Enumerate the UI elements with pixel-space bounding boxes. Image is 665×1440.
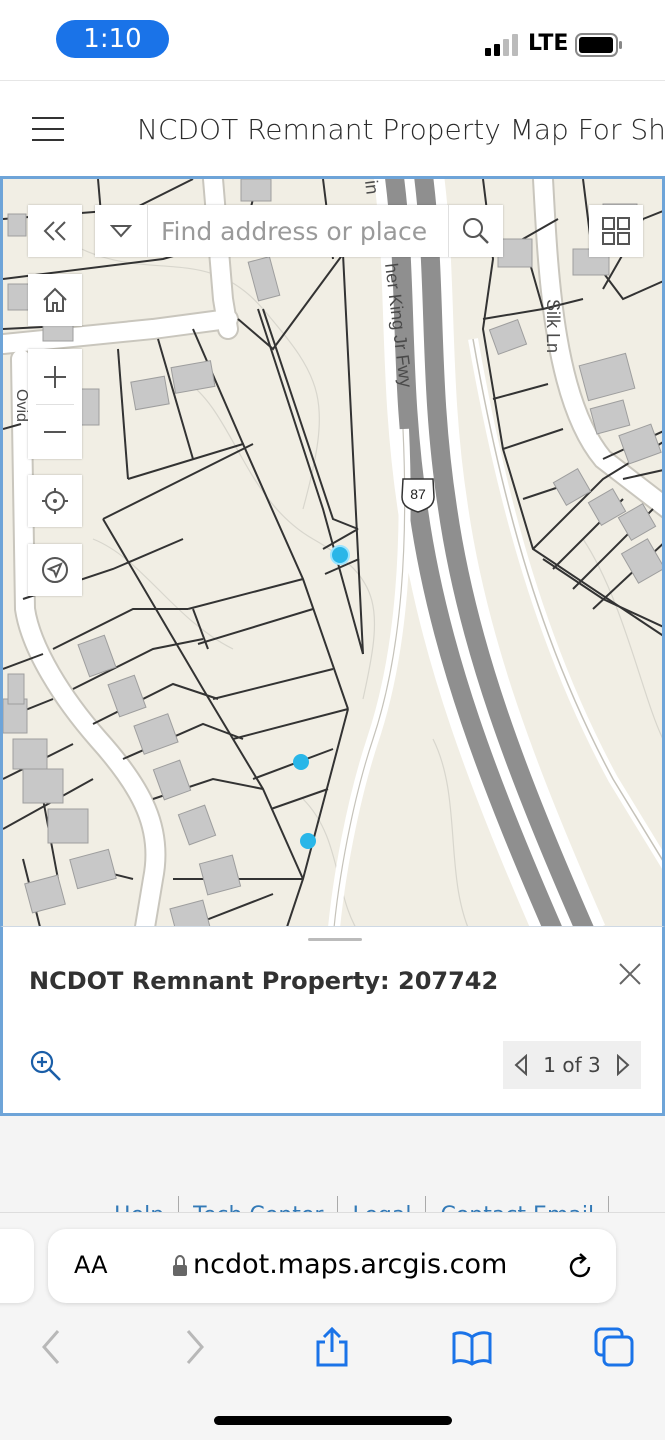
plus-icon xyxy=(44,365,66,388)
reload-icon[interactable] xyxy=(564,1251,596,1283)
collapse-button[interactable] xyxy=(28,205,82,257)
freeway-label-prefix: in xyxy=(361,179,383,195)
tabs-icon[interactable] xyxy=(594,1327,634,1367)
back-icon[interactable] xyxy=(32,1327,72,1367)
share-icon[interactable] xyxy=(312,1327,352,1367)
address-bar[interactable]: AA ncdot.maps.arcgis.com xyxy=(48,1229,616,1303)
zoom-in-button[interactable] xyxy=(28,349,82,404)
url-text: ncdot.maps.arcgis.com xyxy=(193,1249,508,1280)
phone-screen: 1:10 LTE NCDOT Remnant Property Map For … xyxy=(0,0,665,1440)
forward-icon[interactable] xyxy=(174,1327,214,1367)
zoom-to-icon[interactable] xyxy=(29,1049,63,1083)
triangle-down-icon xyxy=(110,225,132,238)
popup-title: NCDOT Remnant Property: 207742 xyxy=(29,967,499,995)
app-title: NCDOT Remnant Property Map For Sh xyxy=(137,113,665,146)
search-widget xyxy=(95,205,503,257)
basemap[interactable]: 87 her King Jr Fwy in Silk Ln Ovid xyxy=(3,179,665,939)
silk-ln-label: Silk Ln xyxy=(543,299,563,353)
pager-text: 1 of 3 xyxy=(543,1053,601,1077)
search-source-dropdown[interactable] xyxy=(95,205,148,257)
zoom-controls xyxy=(28,349,82,459)
basemap-gallery-button[interactable] xyxy=(589,205,643,257)
next-feature-icon[interactable] xyxy=(615,1054,631,1076)
lock-icon xyxy=(173,1255,187,1276)
search-input[interactable] xyxy=(151,205,447,257)
route-shield-label: 87 xyxy=(410,486,426,502)
previous-tab-preview[interactable] xyxy=(0,1229,34,1303)
popup-close-button[interactable] xyxy=(613,957,647,991)
status-time: 1:10 xyxy=(56,20,169,58)
network-type: LTE xyxy=(528,31,569,56)
navigation-arrow-icon xyxy=(42,557,68,583)
feature-popup: NCDOT Remnant Property: 207742 1 of 3 xyxy=(0,926,665,1116)
locate-button[interactable] xyxy=(28,475,82,527)
menu-icon[interactable] xyxy=(32,115,64,143)
home-button[interactable] xyxy=(28,274,82,326)
popup-pager: 1 of 3 xyxy=(503,1041,641,1089)
previous-feature-icon[interactable] xyxy=(513,1054,529,1076)
battery-icon xyxy=(575,33,622,57)
home-icon xyxy=(43,287,67,312)
status-bar: 1:10 LTE xyxy=(0,0,665,80)
browser-toolbar: AA ncdot.maps.arcgis.com xyxy=(0,1212,665,1440)
cellular-signal-icon xyxy=(485,34,518,56)
parcel-marker xyxy=(330,545,350,565)
grid-icon xyxy=(602,217,630,245)
double-chevron-left-icon xyxy=(43,221,66,241)
parcel-marker xyxy=(300,833,316,849)
search-button[interactable] xyxy=(448,205,503,257)
text-size-button[interactable]: AA xyxy=(74,1251,108,1279)
popup-drag-handle[interactable] xyxy=(308,938,362,941)
bookmarks-icon[interactable] xyxy=(452,1327,492,1367)
crosshair-icon xyxy=(42,488,68,514)
home-indicator xyxy=(214,1416,452,1425)
track-location-button[interactable] xyxy=(28,544,82,596)
parcel-marker xyxy=(293,754,309,770)
app-header: NCDOT Remnant Property Map For Sh xyxy=(0,80,665,176)
zoom-out-button[interactable] xyxy=(28,404,82,459)
search-icon xyxy=(463,218,489,244)
close-icon xyxy=(619,963,641,985)
parcel-markers xyxy=(293,545,350,849)
minus-icon xyxy=(44,430,66,433)
